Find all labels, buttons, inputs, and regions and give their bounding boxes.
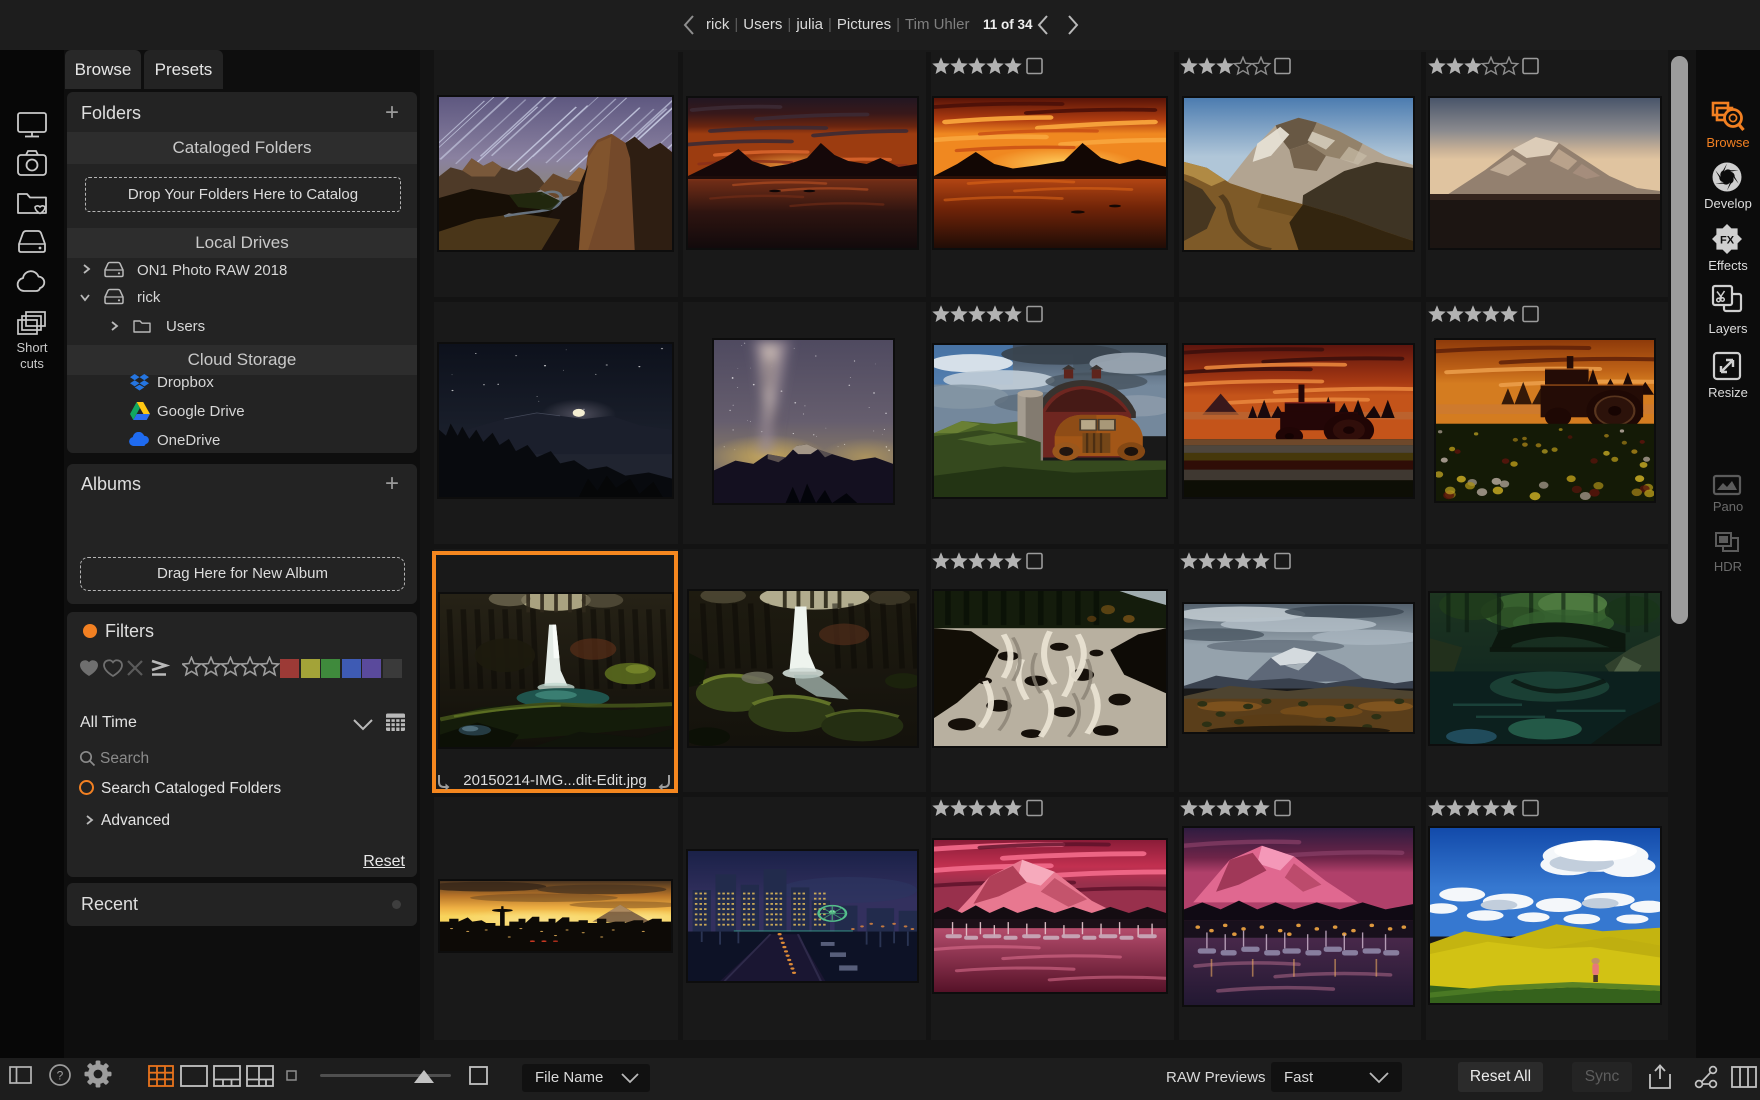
svg-text:FX: FX [1720,235,1735,247]
